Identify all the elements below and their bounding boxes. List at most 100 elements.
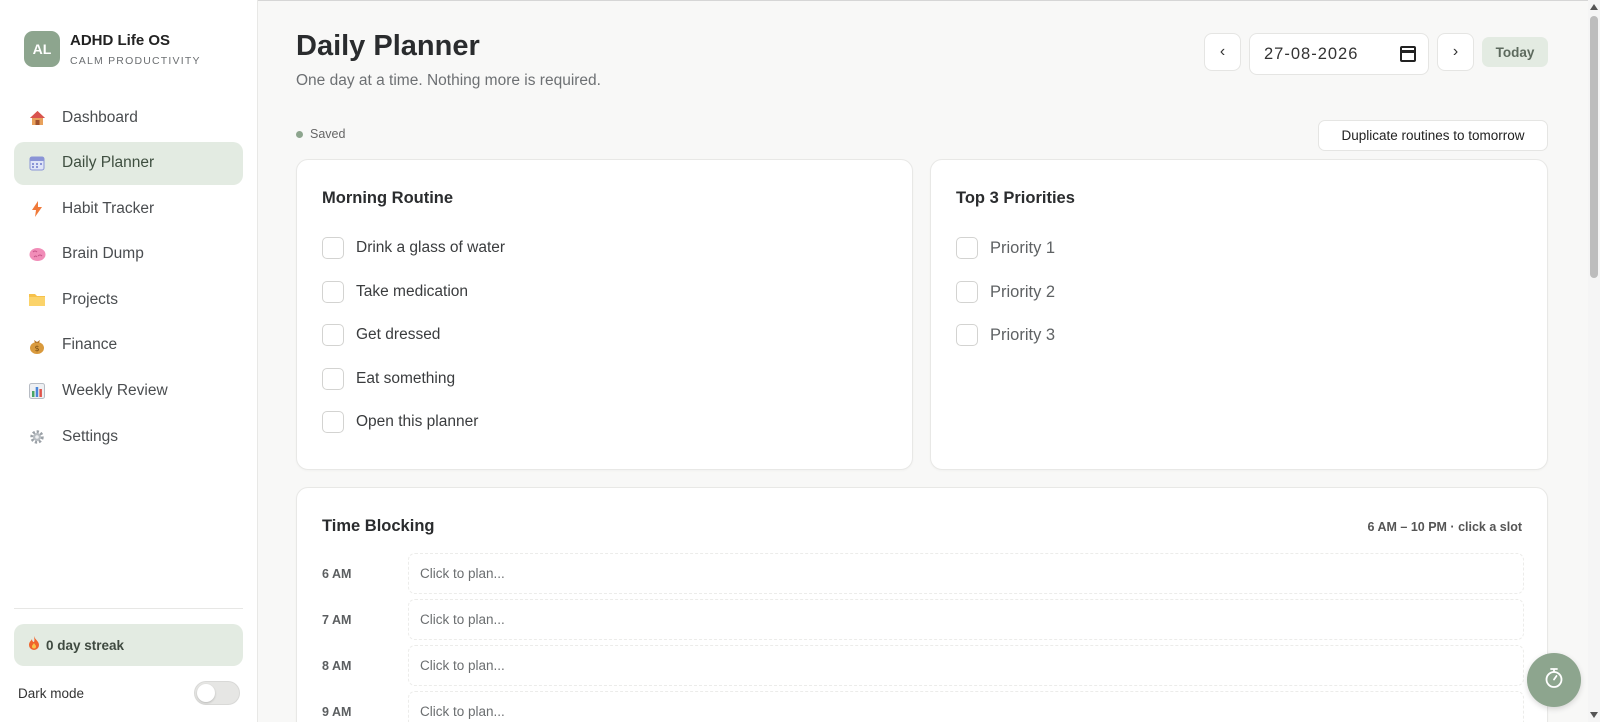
brand-subtitle: CALM PRODUCTIVITY <box>70 54 201 67</box>
page-subtitle: One day at a time. Nothing more is requi… <box>296 72 601 89</box>
sidebar-item-weekly-review[interactable]: Weekly Review <box>14 370 243 413</box>
checkbox[interactable] <box>956 280 978 303</box>
priority-input[interactable]: Priority 2 <box>990 281 1055 303</box>
lightning-icon <box>28 200 46 218</box>
svg-text:$: $ <box>34 344 39 353</box>
sidebar-item-daily-planner[interactable]: Daily Planner <box>14 141 243 185</box>
time-slot-row: 8 AM Click to plan... <box>322 645 1524 691</box>
gear-icon <box>28 428 46 446</box>
date-value: 27-08-2026 <box>1264 44 1359 63</box>
dark-mode-label: Dark mode <box>18 685 85 701</box>
card-title: Time Blocking <box>322 517 435 535</box>
list-item[interactable]: Open this planner <box>322 411 505 455</box>
focus-timer-button[interactable] <box>1527 653 1581 707</box>
save-status: Saved <box>296 127 345 141</box>
priority-item[interactable]: Priority 1 <box>956 237 1055 281</box>
morning-routine-card: Morning Routine Drink a glass of water T… <box>296 159 913 470</box>
sidebar-nav: Dashboard Daily Planner Habit Tracker Br… <box>14 96 243 461</box>
sidebar-item-label: Habit Tracker <box>62 199 155 217</box>
date-input[interactable]: 27-08-2026 <box>1249 33 1429 75</box>
sidebar-item-finance[interactable]: $ Finance <box>14 324 243 367</box>
calendar-picker-icon[interactable] <box>1400 46 1416 62</box>
scrollbar-thumb[interactable] <box>1590 16 1598 278</box>
time-slot-row: 7 AM Click to plan... <box>322 599 1524 645</box>
fire-icon <box>28 635 40 655</box>
checkbox[interactable] <box>956 324 978 347</box>
duplicate-routines-button[interactable]: Duplicate routines to tomorrow <box>1318 120 1548 151</box>
scroll-down-arrow-icon[interactable] <box>1590 712 1598 718</box>
sidebar-item-label: Projects <box>62 290 118 308</box>
time-blocking-card: Time Blocking 6 AM – 10 PM · click a slo… <box>296 487 1548 722</box>
slot-time: 9 AM <box>322 705 352 719</box>
streak-label: 0 day streak <box>46 637 125 653</box>
stopwatch-icon <box>1544 667 1564 694</box>
list-item-label: Get dressed <box>356 326 441 344</box>
next-day-button[interactable]: › <box>1437 33 1474 71</box>
page-scrollbar[interactable] <box>1588 0 1600 722</box>
sidebar-item-settings[interactable]: Settings <box>14 415 243 458</box>
card-title: Top 3 Priorities <box>956 189 1075 207</box>
brain-icon <box>28 245 46 263</box>
time-slot-input[interactable]: Click to plan... <box>408 645 1524 686</box>
streak-badge: 0 day streak <box>14 624 243 666</box>
sidebar-item-label: Daily Planner <box>62 154 155 172</box>
time-slot-input[interactable]: Click to plan... <box>408 599 1524 640</box>
sidebar-item-label: Brain Dump <box>62 245 144 263</box>
priority-item[interactable]: Priority 3 <box>956 324 1055 368</box>
bar-chart-icon <box>28 382 46 400</box>
sidebar-item-projects[interactable]: Projects <box>14 278 243 321</box>
dark-mode-toggle[interactable] <box>194 681 240 705</box>
page-title: Daily Planner <box>296 30 480 62</box>
card-title: Morning Routine <box>322 189 454 207</box>
money-bag-icon: $ <box>28 336 46 354</box>
scroll-up-arrow-icon[interactable] <box>1590 4 1598 10</box>
checkbox[interactable] <box>322 411 344 434</box>
toggle-knob <box>197 684 215 702</box>
morning-checklist: Drink a glass of water Take medication G… <box>322 237 505 455</box>
sidebar: AL ADHD Life OS CALM PRODUCTIVITY Dashbo… <box>0 0 258 722</box>
sidebar-item-brain-dump[interactable]: Brain Dump <box>14 233 243 276</box>
brand: AL ADHD Life OS CALM PRODUCTIVITY <box>24 31 201 67</box>
priority-input[interactable]: Priority 3 <box>990 324 1055 346</box>
slot-time: 6 AM <box>322 567 352 581</box>
list-item-label: Eat something <box>356 369 456 387</box>
calendar-icon <box>28 154 46 172</box>
checkbox[interactable] <box>956 237 978 259</box>
list-item[interactable]: Eat something <box>322 367 505 412</box>
saved-label: Saved <box>310 127 346 141</box>
priorities-card: Top 3 Priorities Priority 1 Priority 2 P… <box>930 159 1548 470</box>
sidebar-item-label: Dashboard <box>62 108 138 126</box>
house-icon <box>28 109 46 127</box>
time-slot-input[interactable]: Click to plan... <box>408 553 1524 594</box>
sidebar-item-dashboard[interactable]: Dashboard <box>14 96 243 139</box>
today-button[interactable]: Today <box>1482 37 1548 67</box>
list-item[interactable]: Take medication <box>322 280 505 325</box>
priority-item[interactable]: Priority 2 <box>956 280 1055 325</box>
checkbox[interactable] <box>322 324 344 347</box>
brand-text: ADHD Life OS CALM PRODUCTIVITY <box>70 32 201 67</box>
list-item-label: Drink a glass of water <box>356 239 506 256</box>
checkbox[interactable] <box>322 280 344 303</box>
sidebar-item-label: Finance <box>62 336 118 354</box>
brand-title: ADHD Life OS <box>70 31 171 49</box>
sidebar-item-label: Settings <box>62 427 119 445</box>
saved-dot-icon <box>296 130 303 138</box>
list-item-label: Take medication <box>356 282 469 300</box>
time-slots: 6 AM Click to plan... 7 AM Click to plan… <box>322 553 1524 722</box>
slot-time: 7 AM <box>322 613 352 627</box>
time-range-hint: 6 AM – 10 PM · click a slot <box>1367 520 1522 534</box>
sidebar-item-habit-tracker[interactable]: Habit Tracker <box>14 187 243 230</box>
folder-icon <box>28 291 46 309</box>
previous-day-button[interactable]: ‹ <box>1204 33 1241 71</box>
list-item-label: Open this planner <box>356 413 479 431</box>
sidebar-divider <box>14 608 243 609</box>
list-item[interactable]: Drink a glass of water <box>322 237 505 281</box>
time-slot-input[interactable]: Click to plan... <box>408 691 1524 722</box>
brand-avatar: AL <box>24 31 60 67</box>
checkbox[interactable] <box>322 367 344 390</box>
time-slot-row: 9 AM Click to plan... <box>322 691 1524 722</box>
time-slot-row: 6 AM Click to plan... <box>322 553 1524 599</box>
priority-input[interactable]: Priority 1 <box>990 237 1055 259</box>
list-item[interactable]: Get dressed <box>322 324 505 368</box>
checkbox[interactable] <box>322 237 344 259</box>
